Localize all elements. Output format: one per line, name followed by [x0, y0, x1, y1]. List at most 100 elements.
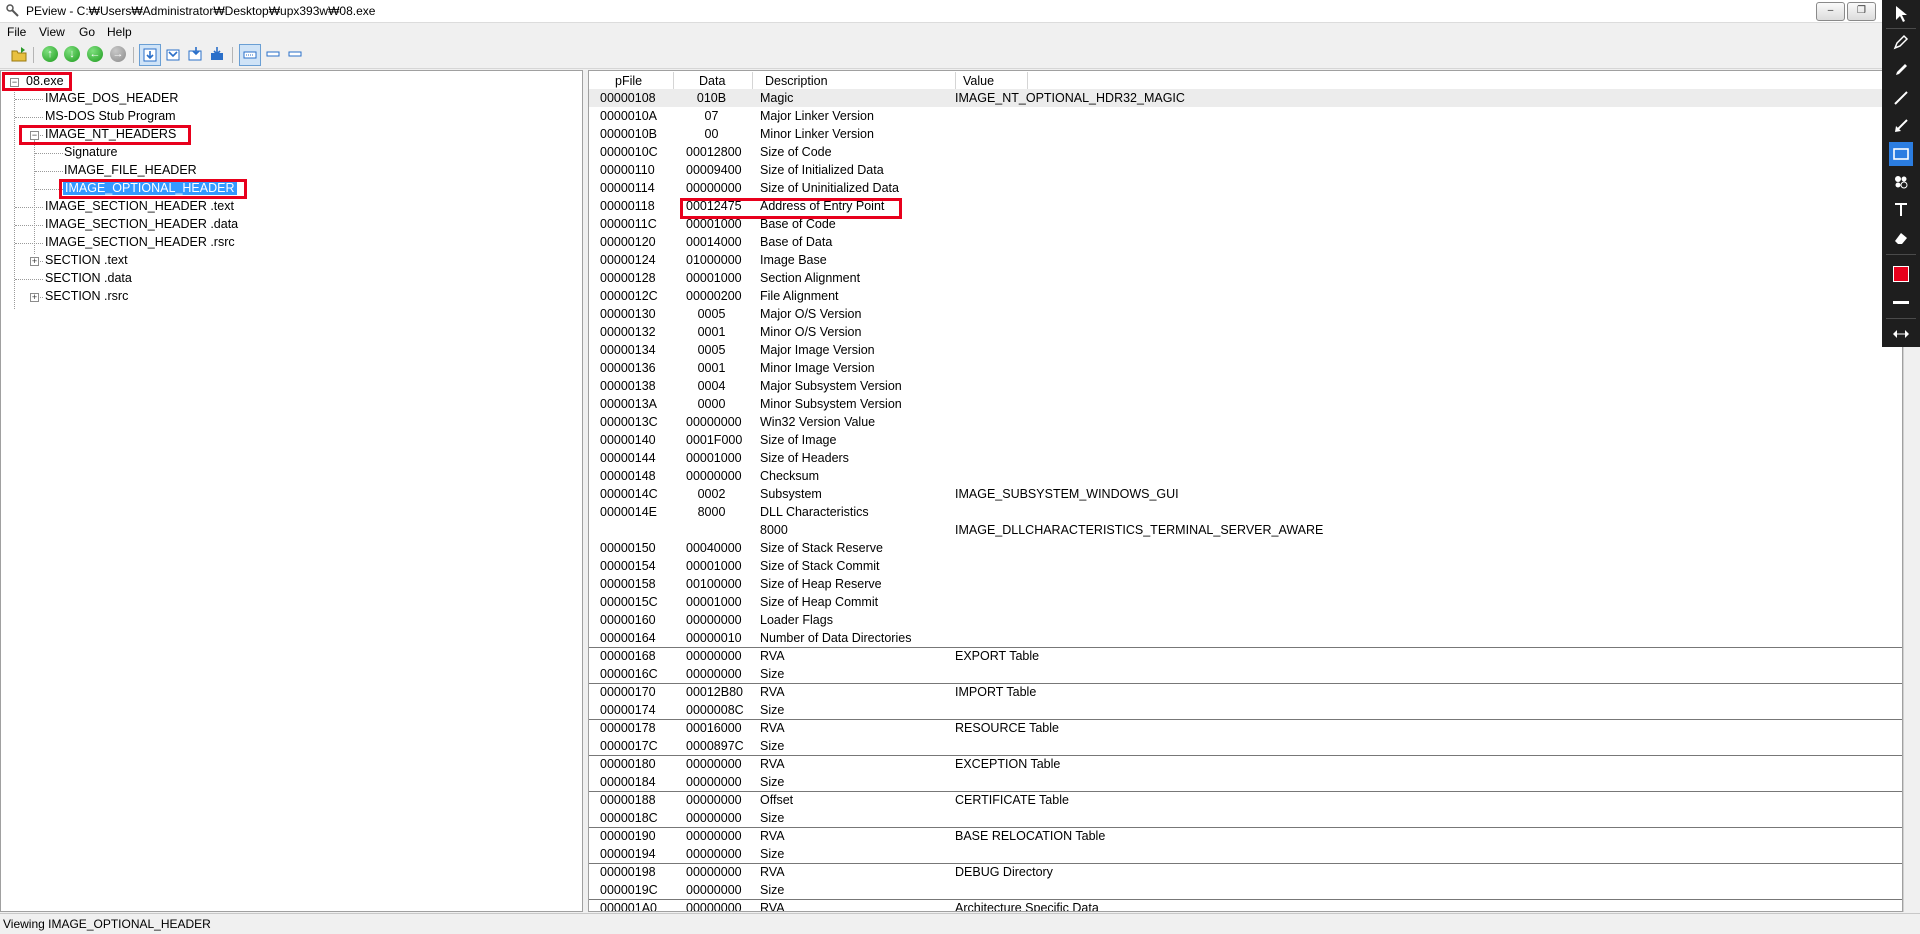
tree-item-image-dos-header[interactable]: IMAGE_DOS_HEADER — [45, 91, 178, 105]
table-row[interactable]: 0000015C 00001000 Size of Heap Commit — [589, 593, 1902, 611]
tree-pane[interactable]: − 08.exe IMAGE_DOS_HEADER MS-DOS Stub Pr… — [0, 70, 583, 912]
cell-value: RESOURCE Table — [955, 721, 1059, 735]
table-row[interactable]: 00000150 00040000 Size of Stack Reserve — [589, 539, 1902, 557]
table-row[interactable]: 00000134 0005 Major Image Version — [589, 341, 1902, 359]
open-icon[interactable] — [11, 46, 27, 62]
menu-help[interactable]: Help — [107, 25, 132, 39]
cell-pfile: 00000148 — [600, 469, 656, 483]
col-description[interactable]: Description — [765, 74, 828, 88]
cell-pfile: 0000015C — [600, 595, 658, 609]
details-grid[interactable]: pFile Data Description Value 00000108 010… — [588, 70, 1903, 912]
table-row[interactable]: 0000010B 00 Minor Linker Version — [589, 125, 1902, 143]
table-row[interactable]: 00000164 00000010 Number of Data Directori… — [589, 629, 1902, 647]
back-icon[interactable]: ↑ — [42, 46, 58, 62]
restore-button[interactable]: ❐ — [1847, 2, 1876, 21]
expand-icon[interactable]: + — [30, 293, 39, 302]
table-row[interactable]: 0000013C 00000000 Win32 Version Value — [589, 413, 1902, 431]
stroke-width-icon[interactable] — [1889, 290, 1913, 314]
cell-data: 00000000 — [686, 829, 742, 843]
marker-icon[interactable] — [1889, 58, 1913, 82]
arrow-icon[interactable] — [1889, 114, 1913, 138]
table-row[interactable]: 00000148 00000000 Checksum — [589, 467, 1902, 485]
tree-item-section-header-rsrc[interactable]: IMAGE_SECTION_HEADER .rsrc — [45, 235, 235, 249]
table-row[interactable]: 0000012C 00000200 File Alignment — [589, 287, 1902, 305]
table-row[interactable]: 0000014C 0002 Subsystem IMAGE_SUBSYSTEM_WIN… — [589, 485, 1902, 503]
blur-icon[interactable] — [1889, 170, 1913, 194]
table-row[interactable]: 00000168 00000000 RVA EXPORT Table — [589, 647, 1902, 665]
view-list-icon[interactable] — [265, 46, 281, 62]
text-icon[interactable] — [1889, 198, 1913, 222]
col-value[interactable]: Value — [963, 74, 994, 88]
table-row[interactable]: 00000180 00000000 RVA EXCEPTION Table — [589, 755, 1902, 773]
table-row[interactable]: 00000184 00000000 Size — [589, 773, 1902, 791]
rectangle-icon[interactable] — [1889, 142, 1913, 166]
tree-item-section-text[interactable]: SECTION .text — [45, 253, 128, 267]
table-row[interactable]: 00000120 00014000 Base of Data — [589, 233, 1902, 251]
table-row[interactable]: 0000018C 00000000 Size — [589, 809, 1902, 827]
menu-go[interactable]: Go — [79, 25, 95, 39]
col-data[interactable]: Data — [699, 74, 725, 88]
table-row[interactable]: 00000174 0000008C Size — [589, 701, 1902, 719]
minimize-button[interactable]: – — [1816, 2, 1845, 21]
tree-item-section-data[interactable]: SECTION .data — [45, 271, 132, 285]
table-row[interactable]: 0000010C 00012800 Size of Code — [589, 143, 1902, 161]
table-row[interactable]: 00000198 00000000 RVA DEBUG Directory — [589, 863, 1902, 881]
color-swatch-icon[interactable] — [1889, 262, 1913, 286]
cell-description: RVA — [760, 757, 785, 771]
view-word-icon[interactable] — [187, 46, 203, 62]
table-row[interactable]: 00000154 00001000 Size of Stack Commit — [589, 557, 1902, 575]
table-row[interactable]: 8000 IMAGE_DLLCHARACTERISTICS_TERMINAL_SE… — [589, 521, 1902, 539]
eraser-icon[interactable] — [1889, 226, 1913, 250]
table-row[interactable]: 00000194 00000000 Size — [589, 845, 1902, 863]
cursor-icon[interactable] — [1889, 2, 1913, 26]
down-icon[interactable]: ↓ — [64, 46, 80, 62]
table-row[interactable]: 0000010A 07 Major Linker Version — [589, 107, 1902, 125]
table-row[interactable]: 00000136 0001 Minor Image Version — [589, 359, 1902, 377]
tree-item-section-rsrc[interactable]: SECTION .rsrc — [45, 289, 128, 303]
view-hex-icon[interactable] — [139, 44, 161, 66]
table-row[interactable]: 00000114 00000000 Size of Uninitialized Da… — [589, 179, 1902, 197]
tree-item-image-file-header[interactable]: IMAGE_FILE_HEADER — [64, 163, 197, 177]
table-row[interactable]: 00000160 00000000 Loader Flags — [589, 611, 1902, 629]
directory-separator — [589, 791, 1902, 792]
menu-view[interactable]: View — [39, 25, 65, 39]
cell-description: Offset — [760, 793, 794, 807]
table-row[interactable]: 0000017C 0000897C Size — [589, 737, 1902, 755]
line-icon[interactable] — [1889, 86, 1913, 110]
table-row[interactable]: 00000138 0004 Major Subsystem Version — [589, 377, 1902, 395]
table-row[interactable]: 0000019C 00000000 Size — [589, 881, 1902, 899]
view-details-icon[interactable] — [239, 44, 261, 66]
table-row[interactable]: 00000130 0005 Major O/S Version — [589, 305, 1902, 323]
tree-item-section-header-data[interactable]: IMAGE_SECTION_HEADER .data — [45, 217, 238, 231]
table-row[interactable]: 00000188 00000000 Offset CERTIFICATE Table — [589, 791, 1902, 809]
table-row[interactable]: 00000128 00001000 Section Alignment — [589, 269, 1902, 287]
table-row[interactable]: 00000170 00012B80 RVA IMPORT Table — [589, 683, 1902, 701]
table-row[interactable]: 0000013A 0000 Minor Subsystem Version — [589, 395, 1902, 413]
tree-item-section-header-text[interactable]: IMAGE_SECTION_HEADER .text — [45, 199, 234, 213]
table-row[interactable]: 0000016C 00000000 Size — [589, 665, 1902, 683]
table-row[interactable]: 00000108 010B Magic IMAGE_NT_OPTIONAL_HDR32… — [589, 89, 1902, 107]
menu-file[interactable]: File — [7, 25, 26, 39]
table-row[interactable]: 00000190 00000000 RVA BASE RELOCATION Table — [589, 827, 1902, 845]
table-row[interactable]: 000001A0 00000000 RVA Architecture Specific… — [589, 899, 1902, 911]
table-row[interactable]: 00000110 00009400 Size of Initialized Data — [589, 161, 1902, 179]
tree-item-ms-dos-stub[interactable]: MS-DOS Stub Program — [45, 109, 176, 123]
col-pfile[interactable]: pFile — [615, 74, 642, 88]
expand-icon[interactable]: + — [30, 257, 39, 266]
tree-item-signature[interactable]: Signature — [64, 145, 118, 159]
forward-icon[interactable]: → — [110, 46, 126, 62]
view-byte-icon[interactable] — [165, 46, 181, 62]
table-row[interactable]: 00000124 01000000 Image Base — [589, 251, 1902, 269]
pen-icon[interactable] — [1889, 30, 1913, 54]
cell-data: 00001000 — [686, 271, 742, 285]
expand-icon[interactable] — [1889, 322, 1913, 346]
view-dword-icon[interactable] — [209, 46, 225, 62]
table-row[interactable]: 00000158 00100000 Size of Heap Reserve — [589, 575, 1902, 593]
table-row[interactable]: 00000140 0001F000 Size of Image — [589, 431, 1902, 449]
table-row[interactable]: 00000132 0001 Minor O/S Version — [589, 323, 1902, 341]
table-row[interactable]: 0000014E 8000 DLL Characteristics — [589, 503, 1902, 521]
previous-icon[interactable]: ← — [87, 46, 103, 62]
view-small-icon[interactable] — [287, 46, 303, 62]
table-row[interactable]: 00000144 00001000 Size of Headers — [589, 449, 1902, 467]
table-row[interactable]: 00000178 00016000 RVA RESOURCE Table — [589, 719, 1902, 737]
